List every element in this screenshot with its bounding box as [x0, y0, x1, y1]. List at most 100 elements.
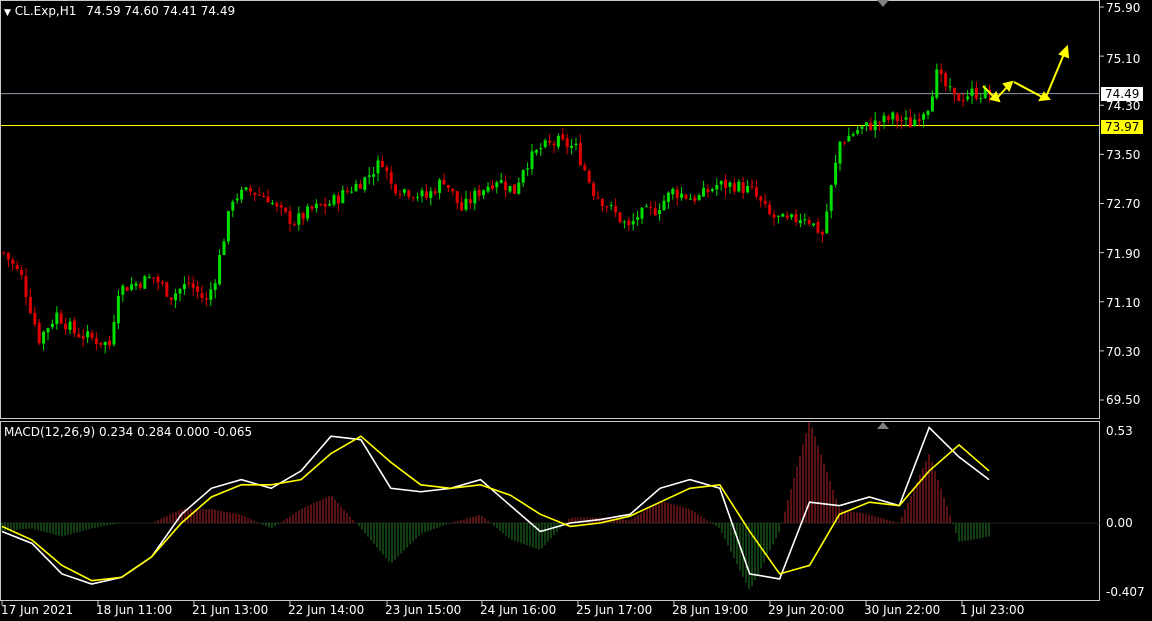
candle-body [957, 93, 961, 101]
candle-body [724, 179, 728, 189]
candle-body [878, 121, 882, 124]
macd-scroll-marker-icon[interactable] [877, 422, 889, 429]
candle-body [966, 96, 970, 100]
candle-body [460, 202, 464, 211]
trading-chart[interactable] [0, 0, 1152, 621]
candle-body [191, 283, 195, 288]
time-label: 23 Jun 15:00 [385, 603, 462, 617]
candle-body [495, 182, 499, 188]
candle-body [407, 190, 411, 197]
candle-body [772, 214, 776, 218]
price-axis-ticks [1100, 6, 1104, 401]
candle-body [121, 285, 125, 295]
candle-body [380, 160, 384, 168]
candlestick-series [2, 63, 992, 354]
time-label: 18 Jun 11:00 [96, 603, 173, 617]
level-price-label: 73.97 [1101, 120, 1143, 134]
chart-menu-arrow-icon[interactable]: ▼ [4, 8, 11, 18]
macd-tick: -0.407 [1106, 585, 1145, 599]
candle-body [314, 203, 318, 209]
price-tick: 69.50 [1106, 393, 1141, 407]
candle-body [99, 342, 103, 345]
arrow-segment [1013, 81, 1045, 99]
candle-body [42, 331, 46, 344]
time-label: 22 Jun 14:00 [288, 603, 365, 617]
candle-body [741, 182, 745, 194]
candle-body [310, 206, 314, 209]
candle-body [548, 141, 552, 143]
candle-body [737, 181, 741, 192]
candle-body [165, 282, 169, 297]
candle-body [622, 221, 626, 223]
candle-body [55, 312, 59, 325]
candle-body [266, 196, 270, 203]
candle-body [882, 115, 886, 123]
candle-body [526, 168, 530, 170]
candle-body [895, 113, 899, 122]
candle-body [908, 117, 912, 128]
candle-body [666, 192, 670, 202]
candle-body [785, 215, 789, 218]
candle-body [24, 276, 28, 297]
candle-body [596, 197, 600, 199]
candle-body [398, 193, 402, 195]
candle-body [754, 187, 758, 197]
candle-body [847, 135, 851, 142]
candle-body [860, 126, 864, 129]
candle-body [336, 195, 340, 204]
candle-body [688, 198, 692, 200]
candle-body [891, 112, 895, 120]
time-label: 30 Jun 22:00 [864, 603, 941, 617]
scroll-marker-icon[interactable] [877, 0, 889, 7]
candle-body [213, 283, 217, 290]
candle-body [372, 174, 376, 177]
candle-body [979, 98, 983, 100]
candle-body [917, 119, 921, 122]
chart-header: ▼ CL.Exp,H1 74.59 74.60 74.41 74.49 [4, 4, 235, 20]
candle-body [72, 320, 76, 334]
candle-body [732, 183, 736, 192]
candle-body [693, 197, 697, 202]
candle-body [59, 313, 63, 324]
candle-body [490, 185, 494, 189]
candle-body [46, 328, 50, 333]
candle-body [358, 183, 362, 189]
candle-body [658, 210, 662, 215]
candle-body [306, 206, 310, 219]
candle-body [719, 181, 723, 185]
candle-body [486, 186, 490, 192]
candle-body [77, 334, 81, 338]
candle-body [11, 259, 15, 264]
candle-body [873, 120, 877, 131]
candle-body [935, 69, 939, 98]
candle-body [178, 289, 182, 294]
candle-body [147, 277, 151, 279]
symbol-timeframe: CL.Exp,H1 [14, 4, 77, 18]
candle-body [411, 197, 415, 199]
projection-arrows [982, 44, 1070, 103]
candle-body [438, 179, 442, 193]
candle-body [328, 204, 332, 206]
candle-body [341, 190, 345, 204]
candle-body [583, 165, 587, 171]
candle-body [715, 184, 719, 190]
candle-body [468, 199, 472, 204]
macd-title: MACD(12,26,9) 0.234 0.284 0.000 -0.065 [4, 425, 253, 439]
candle-body [354, 183, 358, 192]
candle-body [64, 323, 68, 330]
candle-body [680, 193, 684, 198]
price-tick: 73.50 [1106, 148, 1141, 162]
candle-body [442, 179, 446, 185]
candle-body [231, 201, 235, 211]
candle-body [640, 207, 644, 219]
candle-body [50, 323, 54, 328]
candle-body [834, 162, 838, 185]
candle-body [820, 231, 824, 235]
candle-body [363, 177, 367, 190]
candle-body [116, 295, 120, 324]
candle-body [28, 297, 32, 314]
candle-body [706, 189, 710, 193]
candle-body [614, 206, 618, 213]
candle-body [279, 205, 283, 208]
candle-body [187, 282, 191, 284]
